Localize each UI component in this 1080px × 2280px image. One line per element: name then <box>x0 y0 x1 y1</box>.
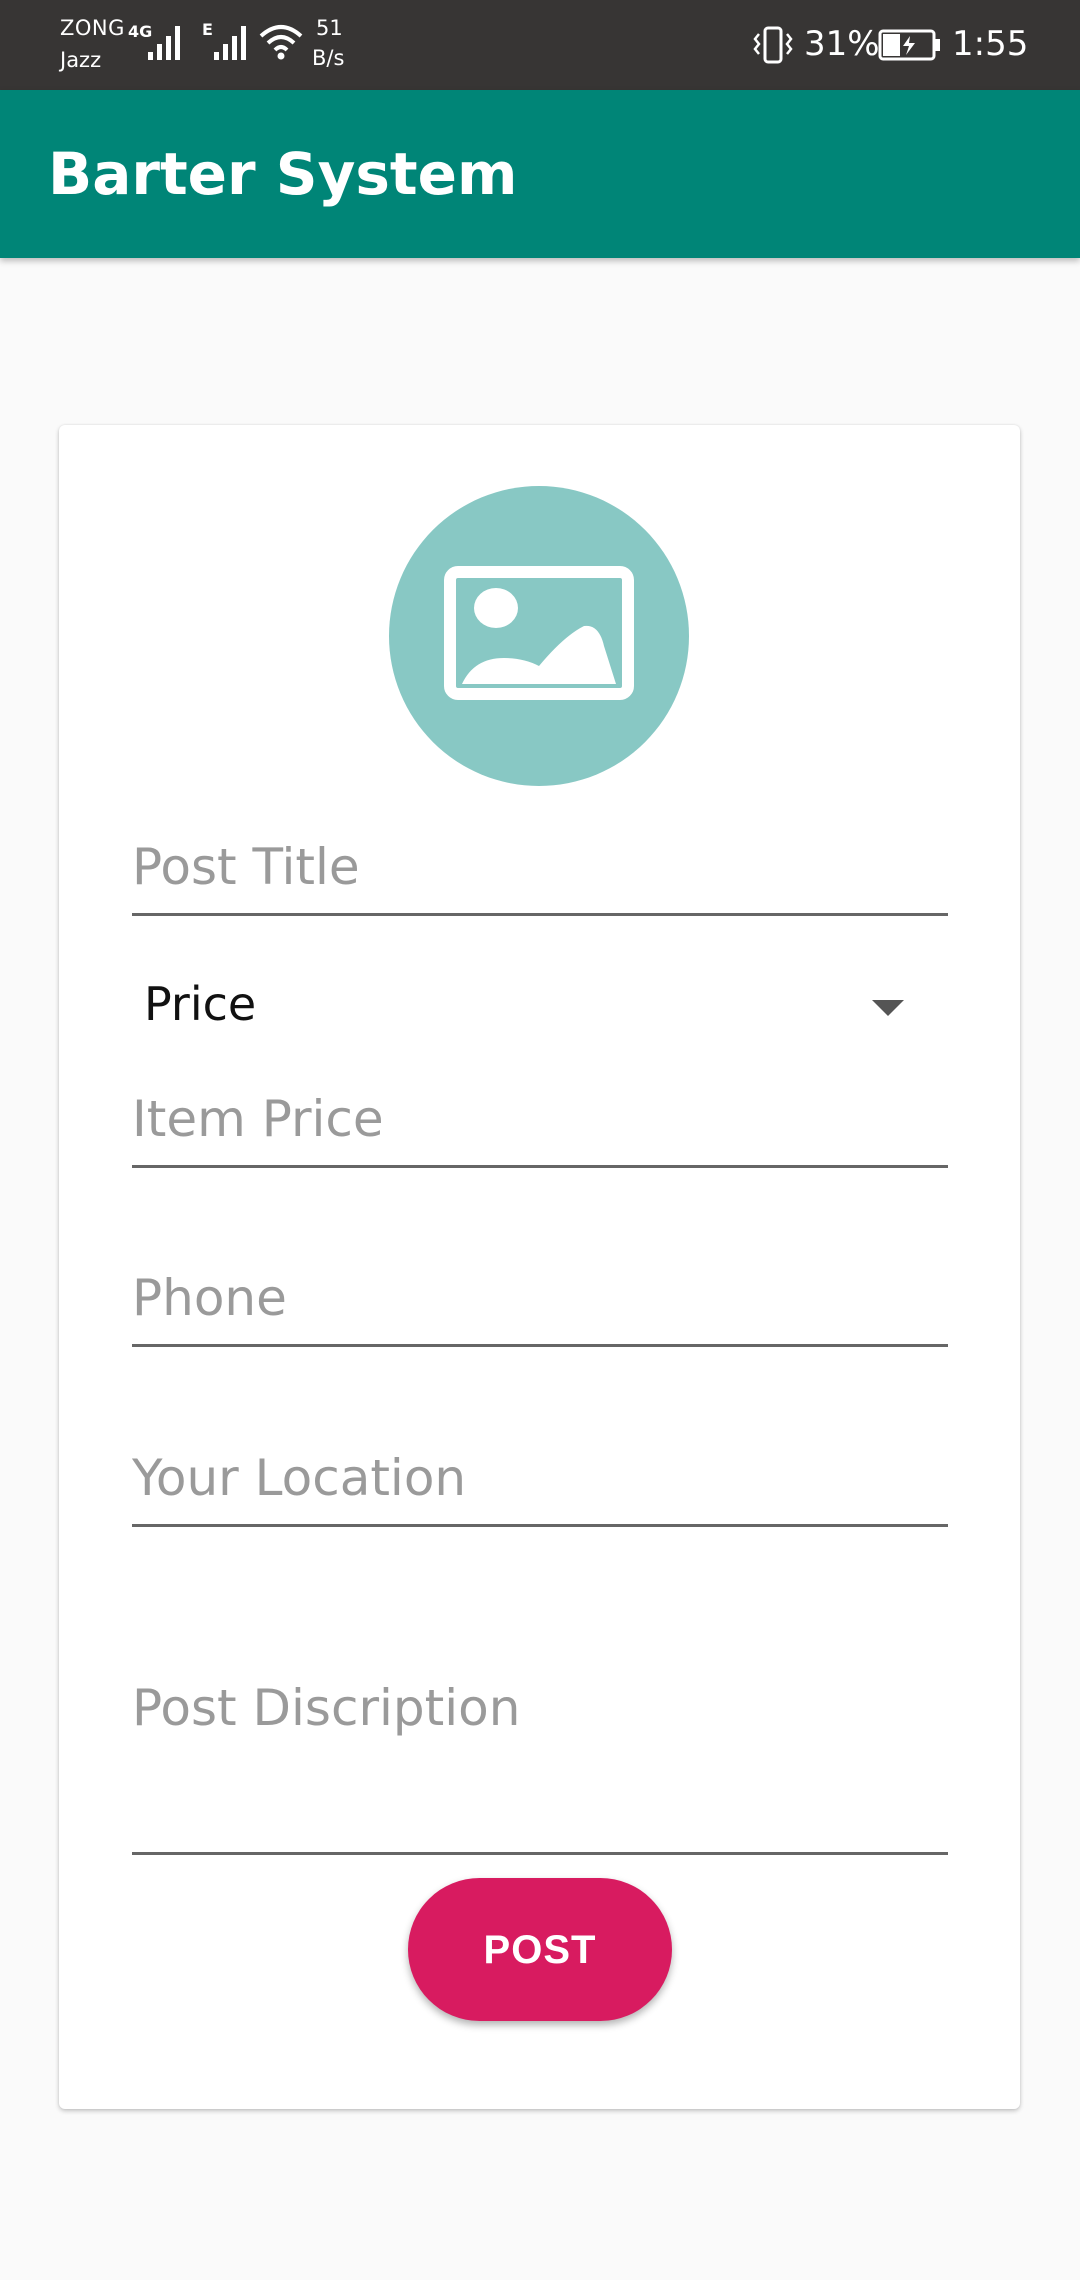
network-speed-value: 51 <box>316 16 343 40</box>
carrier-name-primary: ZONG <box>60 16 125 40</box>
status-bar: ZONG Jazz 4G E 51 B/s 31% 1:55 <box>0 0 1080 90</box>
dropdown-arrow-icon <box>872 1000 904 1016</box>
location-field[interactable] <box>132 1436 948 1527</box>
app-title: Barter System <box>48 140 518 208</box>
post-button[interactable]: POST <box>408 1878 672 2021</box>
post-form-card: Price POST <box>59 425 1020 2109</box>
signal-icon <box>146 22 184 66</box>
price-type-dropdown[interactable]: Price <box>132 965 948 1047</box>
location-input[interactable] <box>132 1436 948 1518</box>
battery-charging-icon <box>878 28 942 66</box>
vibrate-icon <box>752 26 794 68</box>
post-description-input[interactable] <box>132 1673 948 1849</box>
clock-time: 1:55 <box>952 24 1029 64</box>
item-price-input[interactable] <box>132 1077 948 1159</box>
image-picker-button[interactable] <box>389 486 689 786</box>
network-speed-unit: B/s <box>312 46 345 70</box>
app-toolbar: Barter System <box>0 90 1080 258</box>
post-title-field[interactable] <box>132 825 948 916</box>
battery-percentage: 31% <box>804 24 880 64</box>
image-placeholder-icon <box>444 566 634 700</box>
post-description-field[interactable] <box>132 1673 948 1855</box>
item-price-field[interactable] <box>132 1077 948 1168</box>
wifi-icon <box>258 22 304 66</box>
phone-input[interactable] <box>132 1256 948 1338</box>
signal-icon <box>212 22 250 66</box>
post-title-input[interactable] <box>132 825 948 907</box>
phone-field[interactable] <box>132 1256 948 1347</box>
carrier-name-secondary: Jazz <box>60 48 102 72</box>
price-type-selected: Price <box>144 977 257 1031</box>
